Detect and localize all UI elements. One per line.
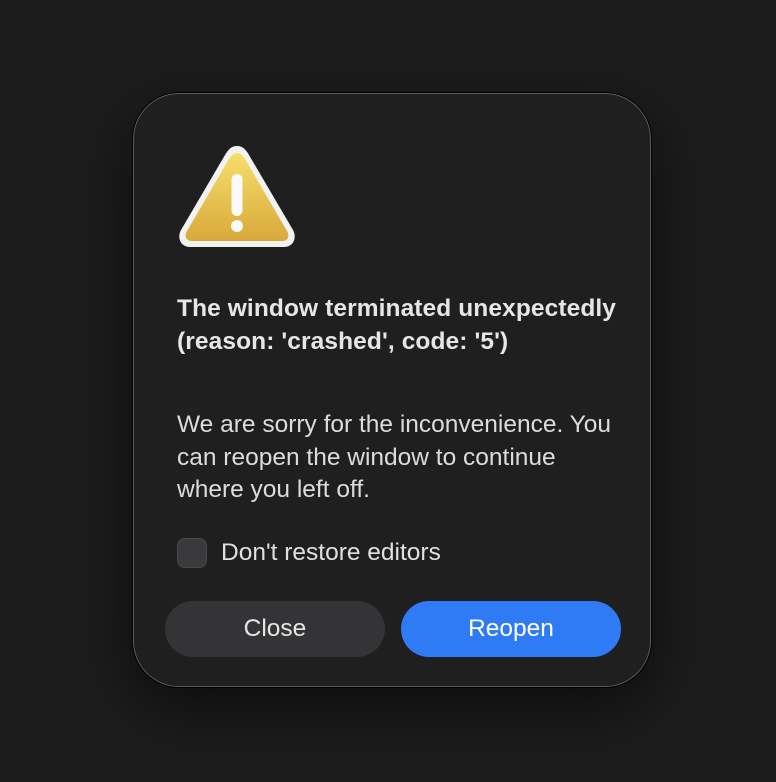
dont-restore-editors-checkbox[interactable] <box>177 538 207 568</box>
dialog-title: The window terminated unexpectedly (reas… <box>177 295 617 355</box>
dialog-message: We are sorry for the inconvenience. You … <box>177 411 612 503</box>
crash-dialog: The window terminated unexpectedly (reas… <box>133 93 651 687</box>
reopen-button[interactable]: Reopen <box>401 601 621 657</box>
dont-restore-editors-label: Don't restore editors <box>221 539 441 566</box>
dont-restore-editors-option[interactable]: Don't restore editors <box>177 537 441 569</box>
close-button[interactable]: Close <box>165 601 385 657</box>
warning-triangle-icon <box>179 146 295 247</box>
